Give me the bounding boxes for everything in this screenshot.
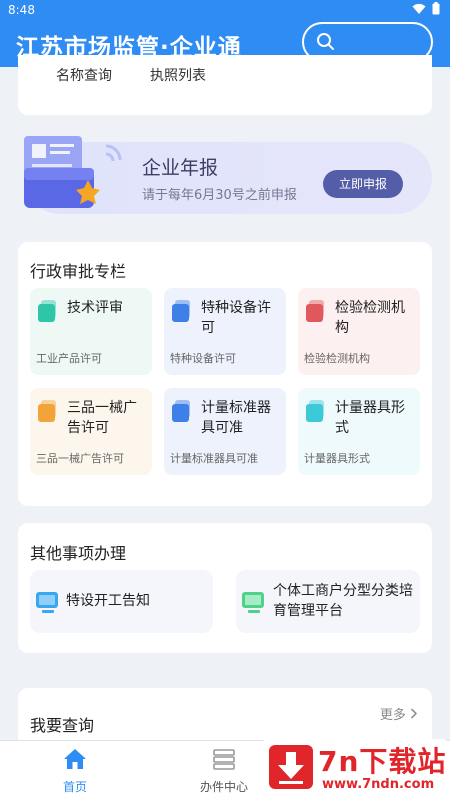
tab-label: 办件中心 xyxy=(199,780,248,794)
tile-individual-business-platform[interactable]: 个体工商户分型分类培育管理平台 xyxy=(236,570,420,633)
tab-home[interactable]: 首页 xyxy=(30,741,120,800)
tile-desc: 检验检测机构 xyxy=(304,352,370,365)
tile-tech-review[interactable]: 技术评审 工业产品许可 xyxy=(30,288,152,375)
tile-measurement-form[interactable]: 计量器具形式 计量器具形式 xyxy=(298,388,420,475)
tile-desc: 计量标准器具可准 xyxy=(170,452,258,465)
status-time: 8:48 xyxy=(8,3,35,17)
wifi-icon xyxy=(412,3,426,14)
watermark: 7n下载站 www.7ndn.com xyxy=(262,739,448,796)
list-icon xyxy=(213,749,235,770)
quick-links-card: 名称查询 执照列表 xyxy=(18,55,432,115)
blue-doc-icon xyxy=(172,400,190,422)
annual-report-banner[interactable]: 企业年报 请于每年6月30号之前申报 立即申报 xyxy=(24,136,432,214)
tile-desc: 特种设备许可 xyxy=(170,352,236,365)
section-title: 其他事项办理 xyxy=(30,544,127,563)
tile-name: 特设开工告知 xyxy=(66,593,150,609)
status-bar: 8:48 xyxy=(0,0,450,20)
battery-icon xyxy=(432,2,440,15)
blue-monitor-icon xyxy=(36,592,58,613)
tile-special-construction-notice[interactable]: 特设开工告知 xyxy=(30,570,213,633)
tile-desc: 计量器具形式 xyxy=(304,452,370,465)
tile-desc: 三品一械广告许可 xyxy=(36,452,124,465)
cyan-doc-icon xyxy=(306,400,324,422)
blue-doc-icon xyxy=(172,300,190,322)
tile-inspection-agency[interactable]: 检验检测机构 检验检测机构 xyxy=(298,288,420,375)
watermark-brand: 7n下载站 xyxy=(318,745,447,778)
green-monitor-icon xyxy=(242,592,264,613)
tab-work-center[interactable]: 办件中心 xyxy=(179,741,269,800)
tile-name: 计量标准器具可准 xyxy=(201,400,271,436)
tile-name: 特种设备许可 xyxy=(201,300,271,336)
other-matters-section: 其他事项办理 特设开工告知 个体工商户分型分类培育管理平台 xyxy=(18,523,432,653)
tab-label: 首页 xyxy=(62,780,87,794)
chevron-right-icon xyxy=(410,708,418,719)
tile-name: 计量器具形式 xyxy=(335,400,405,436)
orange-doc-icon xyxy=(38,400,56,422)
search-input[interactable] xyxy=(340,28,425,56)
teal-doc-icon xyxy=(38,300,56,322)
home-icon xyxy=(64,749,86,769)
section-title: 行政审批专栏 xyxy=(30,262,127,281)
name-query-link[interactable]: 名称查询 xyxy=(56,65,112,85)
license-list-link[interactable]: 执照列表 xyxy=(150,65,206,85)
tile-name: 检验检测机构 xyxy=(335,300,405,336)
report-illustration-icon xyxy=(24,136,122,208)
more-label: 更多 xyxy=(379,708,406,723)
section-title: 我要查询 xyxy=(30,716,95,735)
tile-special-equipment[interactable]: 特种设备许可 特种设备许可 xyxy=(164,288,286,375)
banner-title: 企业年报 xyxy=(142,157,219,179)
tile-name: 个体工商户分型分类培育管理平台 xyxy=(273,583,413,619)
banner-subtitle: 请于每年6月30号之前申报 xyxy=(142,188,297,203)
download-icon xyxy=(269,745,313,789)
tile-name: 技术评审 xyxy=(67,300,123,316)
tile-ad-license[interactable]: 三品一械广告许可 三品一械广告许可 xyxy=(30,388,152,475)
tile-name: 三品一械广告许可 xyxy=(67,400,137,436)
more-link[interactable]: 更多 xyxy=(380,704,418,723)
watermark-url: www.7ndn.com xyxy=(322,777,435,792)
search-icon xyxy=(317,33,334,50)
declare-now-button[interactable]: 立即申报 xyxy=(323,170,403,198)
red-doc-icon xyxy=(306,300,324,322)
tile-desc: 工业产品许可 xyxy=(36,352,102,365)
admin-approval-section: 行政审批专栏 技术评审 工业产品许可 特种设备许可 特种设备许可 检验检测机构 … xyxy=(18,242,432,506)
tile-measurement-standard[interactable]: 计量标准器具可准 计量标准器具可准 xyxy=(164,388,286,475)
